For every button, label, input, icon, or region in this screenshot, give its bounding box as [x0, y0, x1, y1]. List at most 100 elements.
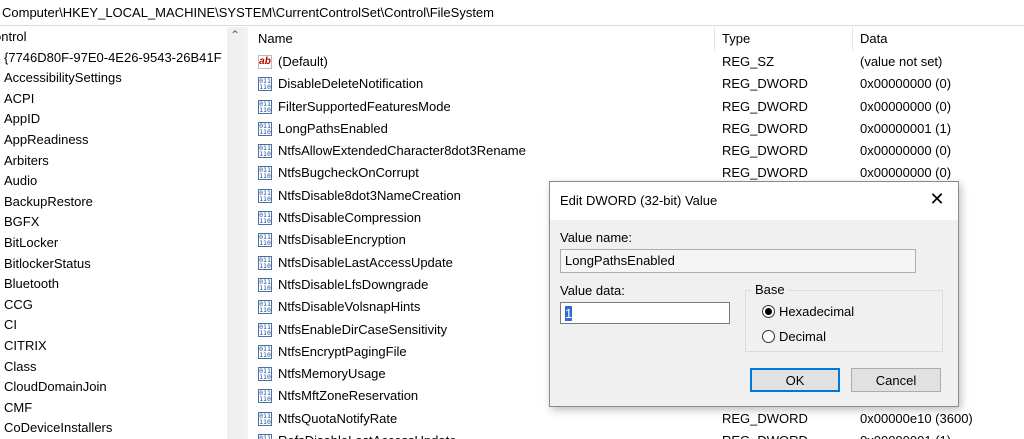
value-type: REG_DWORD [722, 410, 808, 426]
tree-item[interactable]: CMF [0, 398, 227, 419]
column-header-name[interactable]: Name [258, 31, 293, 46]
column-header-data[interactable]: Data [860, 31, 887, 46]
tree-item[interactable]: CoDeviceInstallers [0, 418, 227, 439]
value-data: 0x00000000 (0) [860, 98, 952, 114]
binary-value-icon: 011110 [258, 344, 272, 359]
binary-value-icon: 011110 [258, 77, 272, 92]
value-name: DisableDeleteNotification [278, 76, 424, 92]
binary-value-icon: 011110 [258, 211, 272, 226]
value-name: NtfsDisable8dot3NameCreation [278, 187, 461, 203]
value-type: REG_DWORD [722, 76, 808, 92]
tree-item[interactable]: ontrol [0, 27, 227, 48]
value-name: NtfsMftZoneReservation [278, 388, 419, 404]
value-name: NtfsDisableCompression [278, 210, 422, 226]
hexadecimal-label[interactable]: Hexadecimal [779, 304, 854, 319]
tree-item[interactable]: BackupRestore [0, 192, 227, 213]
close-icon[interactable]: ✕ [926, 188, 948, 210]
binary-value-icon: 011110 [258, 99, 272, 114]
value-name: LongPathsEnabled [278, 120, 388, 136]
scroll-up-icon[interactable]: ⌃ [230, 27, 240, 43]
base-label: Base [752, 282, 788, 297]
tree-item[interactable]: Arbiters [0, 151, 227, 172]
binary-value-icon: 011110 [258, 367, 272, 382]
tree-item[interactable]: AppReadiness [0, 130, 227, 151]
tree-item[interactable]: CITRIX [0, 336, 227, 357]
tree-item[interactable]: BGFX [0, 212, 227, 233]
value-row[interactable]: ab (Default) REG_SZ (value not set) [248, 51, 1024, 73]
value-data: 0x00000001 (1) [860, 430, 951, 439]
tree-item[interactable]: Bluetooth [0, 274, 227, 295]
binary-value-icon: 011110 [258, 434, 272, 439]
tree-item[interactable]: CI [0, 315, 227, 336]
binary-value-icon: 011110 [258, 277, 272, 292]
value-name: (Default) [278, 54, 328, 69]
tree-item[interactable]: ACPI [0, 89, 227, 110]
binary-value-icon: 011110 [258, 144, 272, 159]
ok-button[interactable]: OK [750, 368, 840, 392]
decimal-label[interactable]: Decimal [779, 329, 826, 344]
value-row[interactable]: 011110 RefsDisableLastAccessUpdate REG_DWO… [248, 430, 1024, 439]
edit-dword-dialog: Edit DWORD (32-bit) Value ✕ Value name: … [549, 181, 959, 407]
value-name: RefsDisableLastAccessUpdate [278, 430, 456, 439]
registry-tree[interactable]: ontrol{7746D80F-97E0-4E26-9543-26B41FAcc… [0, 27, 227, 439]
value-name: NtfsQuotaNotifyRate [278, 410, 398, 426]
tree-scrollbar[interactable]: ⌃ [227, 27, 244, 439]
value-type: REG_SZ [722, 54, 775, 69]
value-data-label: Value data: [560, 283, 625, 298]
value-type: REG_DWORD [722, 143, 808, 159]
binary-value-icon: 011110 [258, 233, 272, 248]
value-data: (value not set) [860, 54, 943, 69]
dialog-title: Edit DWORD (32-bit) Value [560, 193, 718, 208]
value-name: NtfsMemoryUsage [278, 366, 386, 382]
cancel-button[interactable]: Cancel [851, 368, 941, 392]
tree-item[interactable]: AccessibilitySettings [0, 68, 227, 89]
binary-value-icon: 011110 [258, 300, 272, 315]
radio-selected-dot [765, 308, 772, 315]
binary-value-icon: 011110 [258, 166, 272, 181]
value-name-label: Value name: [560, 230, 633, 245]
binary-value-icon: 011110 [258, 389, 272, 404]
value-type: REG_DWORD [722, 430, 808, 439]
tree-item[interactable]: CloudDomainJoin [0, 377, 227, 398]
value-name: NtfsDisableLastAccessUpdate [278, 254, 453, 270]
dialog-titlebar[interactable]: Edit DWORD (32-bit) Value ✕ [550, 182, 958, 220]
value-name: NtfsBugcheckOnCorrupt [278, 165, 419, 181]
address-bar[interactable]: Computer\HKEY_LOCAL_MACHINE\SYSTEM\Curre… [0, 0, 1024, 26]
binary-value-icon: 011110 [258, 322, 272, 337]
value-type: REG_DWORD [722, 98, 808, 114]
tree-item[interactable]: Class [0, 357, 227, 378]
value-row[interactable]: 011 110 DisableDeleteNotification REG_DWORD… [248, 73, 1024, 95]
value-data: 0x00000000 (0) [860, 76, 952, 92]
list-header: Name Type Data [248, 27, 1024, 51]
hexadecimal-radio[interactable] [762, 305, 775, 318]
tree-item[interactable]: CCG [0, 295, 227, 316]
tree-item[interactable]: BitlockerStatus [0, 254, 227, 275]
value-data-input[interactable] [560, 302, 730, 324]
column-separator[interactable] [714, 27, 715, 51]
value-row[interactable]: 011 110 FilterSupportedFeaturesMode REG_DWO… [248, 96, 1024, 118]
column-header-type[interactable]: Type [722, 31, 750, 46]
binary-value-icon: 011110 [258, 255, 272, 270]
value-name: NtfsDisableLfsDowngrade [278, 276, 429, 292]
string-value-icon: ab [258, 55, 272, 69]
value-row[interactable]: 011 110 LongPathsEnabled REG_DWORD 0x0000000… [248, 118, 1024, 140]
value-name: FilterSupportedFeaturesMode [278, 98, 451, 114]
value-row[interactable]: 011 110 NtfsAllowExtendedCharacter8dot3Ren… [248, 140, 1024, 162]
binary-value-icon: 011110 [258, 121, 272, 136]
binary-value-icon: 011110 [258, 188, 272, 203]
value-name: NtfsDisableVolsnapHints [278, 299, 421, 315]
column-separator[interactable] [852, 27, 853, 51]
value-name: NtfsDisableEncryption [278, 232, 406, 248]
value-type: REG_DWORD [722, 120, 808, 136]
value-data: 0x00000001 (1) [860, 120, 952, 136]
tree-item[interactable]: BitLocker [0, 233, 227, 254]
value-name: NtfsEnableDirCaseSensitivity [278, 321, 448, 337]
base-group [745, 290, 943, 352]
tree-item[interactable]: Audio [0, 171, 227, 192]
tree-item[interactable]: {7746D80F-97E0-4E26-9543-26B41F [0, 48, 227, 69]
tree-item[interactable]: AppID [0, 109, 227, 130]
decimal-radio[interactable] [762, 330, 775, 343]
value-data: 0x00000000 (0) [860, 143, 952, 159]
value-name-field[interactable]: LongPathsEnabled [560, 249, 916, 273]
value-row[interactable]: 011 110 NtfsQuotaNotifyRate REG_DWORD 0x0000… [248, 408, 1024, 430]
